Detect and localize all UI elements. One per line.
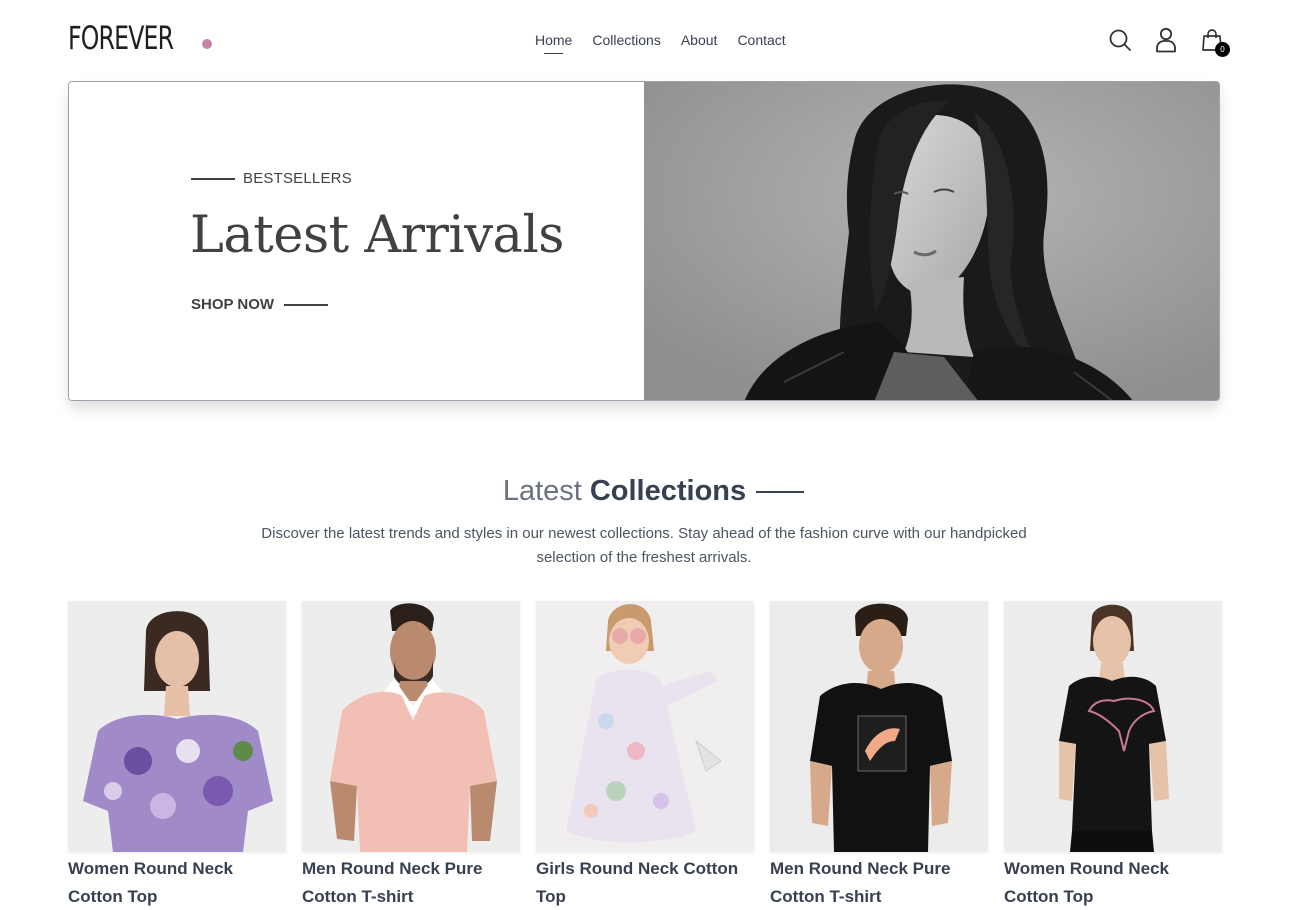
title-light: Latest bbox=[502, 475, 582, 507]
cart-count-badge: 0 bbox=[1215, 42, 1230, 57]
latest-collections-description: Discover the latest trends and styles in… bbox=[261, 525, 1027, 566]
cta-line bbox=[284, 303, 329, 306]
profile-button[interactable] bbox=[1153, 26, 1179, 54]
product-card[interactable]: Men Round Neck Pure Cotton T-shirt bbox=[770, 601, 988, 910]
search-icon bbox=[1109, 29, 1131, 51]
hero-image bbox=[644, 82, 1219, 400]
title-bold: Collections bbox=[589, 475, 747, 507]
shop-now-button[interactable]: SHOP NOW bbox=[191, 296, 329, 313]
product-name: Women Round Neck Cotton Top bbox=[1004, 859, 1169, 906]
product-card[interactable]: Women Round Neck Cotton Top bbox=[1004, 601, 1222, 910]
product-card[interactable]: Women Round Neck Cotton Top bbox=[68, 601, 286, 910]
hero-model-image bbox=[644, 82, 1219, 400]
product-image bbox=[302, 601, 520, 852]
hero-eyebrow-text: BESTSELLERS bbox=[243, 170, 352, 187]
main-nav: Home Collections About Contact bbox=[535, 31, 786, 54]
brand-dot bbox=[202, 39, 212, 49]
hero-banner: BESTSELLERS Latest Arrivals SHOP NOW bbox=[68, 81, 1220, 401]
site-header: FOREVER Home Collections About Contact 0 bbox=[0, 0, 1303, 80]
product-grid: Women Round Neck Cotton Top Men Round Ne… bbox=[68, 601, 1222, 910]
product-photo-women-top bbox=[68, 601, 286, 852]
product-name: Girls Round Neck Cotton Top bbox=[536, 859, 739, 906]
product-name: Men Round Neck Pure Cotton T-shirt bbox=[770, 859, 951, 906]
nav-home[interactable]: Home bbox=[535, 31, 572, 54]
search-button[interactable] bbox=[1107, 26, 1133, 54]
hero-eyebrow: BESTSELLERS bbox=[191, 170, 352, 187]
product-photo-girls-top bbox=[536, 601, 754, 852]
product-image bbox=[1004, 601, 1222, 852]
product-image bbox=[536, 601, 754, 852]
user-icon bbox=[1156, 27, 1176, 53]
product-card[interactable]: Men Round Neck Pure Cotton T-shirt bbox=[302, 601, 520, 910]
brand-logo[interactable]: FOREVER bbox=[68, 19, 212, 57]
nav-collections[interactable]: Collections bbox=[592, 31, 660, 49]
product-photo-women-black-top bbox=[1004, 601, 1222, 852]
product-image bbox=[770, 601, 988, 852]
nav-about[interactable]: About bbox=[681, 31, 718, 49]
product-photo-men-black-tshirt bbox=[770, 601, 988, 852]
product-photo-men-tshirt bbox=[302, 601, 520, 852]
title-line bbox=[756, 490, 805, 493]
eyebrow-line bbox=[191, 177, 235, 180]
header-actions: 0 bbox=[1107, 26, 1230, 57]
hero-title: Latest Arrivals bbox=[190, 206, 564, 265]
latest-collections-title: Latest Collections bbox=[0, 475, 1303, 508]
cart-button[interactable]: 0 bbox=[1199, 26, 1230, 57]
brand-name: FOREVER bbox=[68, 19, 174, 57]
hero-text-panel: BESTSELLERS Latest Arrivals SHOP NOW bbox=[69, 82, 644, 400]
product-image bbox=[68, 601, 286, 852]
nav-contact[interactable]: Contact bbox=[737, 31, 785, 49]
product-name: Men Round Neck Pure Cotton T-shirt bbox=[302, 859, 483, 906]
product-name: Women Round Neck Cotton Top bbox=[68, 859, 233, 906]
shop-now-label: SHOP NOW bbox=[191, 296, 275, 313]
product-card[interactable]: Girls Round Neck Cotton Top bbox=[536, 601, 754, 910]
